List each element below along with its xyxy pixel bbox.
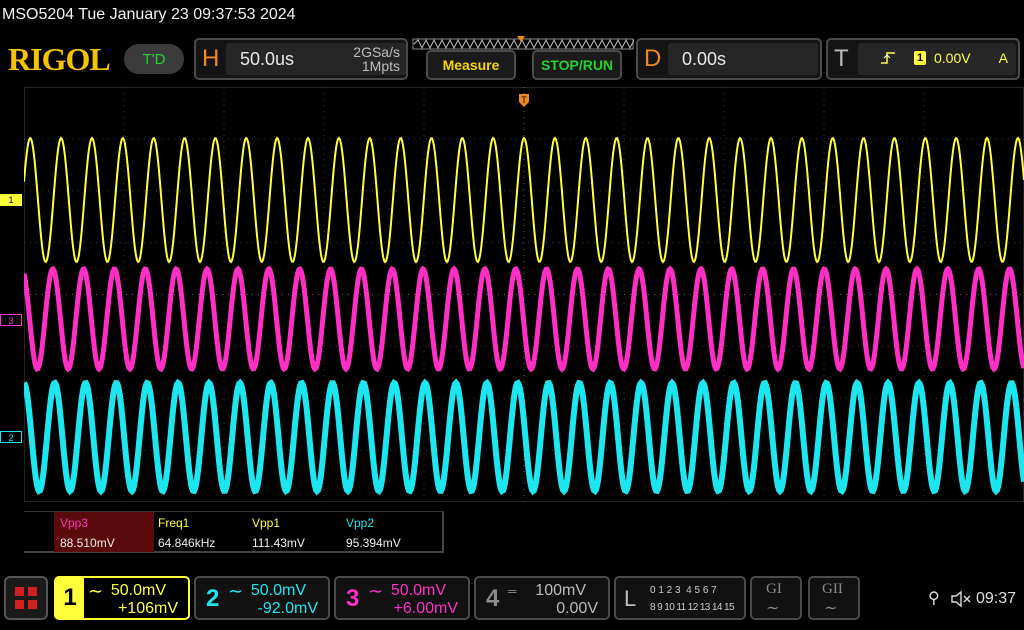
logic-channels-row2: 8 9 10 11 12 13 14 15 [650, 602, 735, 613]
channel-3-offset: +6.00mV [393, 600, 458, 617]
trigger-position-label: T [521, 95, 527, 105]
measurement-value: 95.394mV [346, 536, 401, 550]
channel-2-offset: -92.0mV [257, 600, 318, 617]
measurement-name: Freq1 [158, 516, 190, 530]
model-datetime: MSO5204 Tue January 23 09:37:53 2024 [2, 6, 296, 23]
logic-analyzer-box[interactable]: L 0 1 2 3 4 5 6 7 8 9 10 11 12 13 14 15 [614, 576, 746, 620]
generator-1-label: GI [766, 581, 782, 597]
sine-wave-icon: ∼ [766, 600, 780, 617]
trigger-display: 1 0.00V A [858, 43, 1016, 75]
delay-display: 0.00s [668, 43, 818, 75]
top-toolbar: RIGOL T'D H 50.0us 2GSa/s 1Mpts Measure … [0, 34, 1024, 86]
ch2-marker[interactable]: 2 [0, 431, 22, 443]
generator-1-button[interactable]: GI ∼ [750, 576, 802, 620]
channel-4-box[interactable]: 4 ═ 100mV 0.00V [474, 576, 610, 620]
ch3-marker[interactable]: 3 [0, 314, 22, 326]
measurement-name: Vpp2 [346, 516, 375, 530]
rising-edge-icon [881, 52, 895, 64]
trigger-panel[interactable]: T 1 0.00V A [826, 38, 1020, 80]
channel-3-box[interactable]: 3 ∼ 50.0mV +6.00mV [334, 576, 470, 620]
measurement-value: 88.510mV [60, 536, 115, 550]
delay-panel[interactable]: D 0.00s [636, 38, 822, 80]
stop-run-button[interactable]: STOP/RUN [532, 50, 622, 80]
status-bar: MSO5204 Tue January 23 09:37:53 2024 [0, 0, 1024, 34]
horizontal-display: 50.0us 2GSa/s 1Mpts [226, 43, 406, 75]
generator-2-button[interactable]: GII ∼ [808, 576, 860, 620]
channel-4-number: 4 [486, 585, 500, 612]
measurement-name: Vpp1 [252, 516, 281, 530]
horizontal-letter: H [202, 45, 220, 72]
trigger-level: 0.00V [934, 50, 971, 66]
bottom-toolbar: 1 ∼ 50.0mV +106mV 2 ∼ 50.0mV -92.0mV 3 ∼… [0, 572, 1024, 630]
channel-1-scale: 50.0mV [110, 582, 166, 599]
horizontal-panel[interactable]: H 50.0us 2GSa/s 1Mpts [194, 38, 408, 80]
generator-2-label: GII [822, 581, 843, 597]
ac-coupling-icon: ∼ [88, 581, 104, 601]
channel-2-scale: 50.0mV [250, 582, 306, 599]
ac-coupling-icon: ∼ [228, 581, 244, 601]
waveform-grid[interactable]: T [24, 87, 1024, 502]
channel-1-box[interactable]: 1 ∼ 50.0mV +106mV [54, 576, 190, 620]
dc-coupling-icon: ═ [508, 584, 517, 598]
system-clock: 09:37 [976, 590, 1017, 607]
channel-3-number: 3 [346, 585, 360, 612]
app-grid-icon [15, 587, 37, 609]
channel-1-number: 1 [56, 578, 84, 618]
ch1-marker[interactable]: 1 [0, 194, 22, 206]
channel-2-number: 2 [206, 585, 220, 612]
usb-icon[interactable]: ⚲ [928, 588, 940, 608]
ac-coupling-icon: ∼ [368, 581, 384, 601]
channel-1-offset: +106mV [117, 600, 178, 617]
channel-3-scale: 50.0mV [390, 582, 446, 599]
delay-letter: D [644, 45, 662, 72]
memory-depth: 1Mpts [361, 58, 400, 74]
rigol-logo: RIGOL [8, 41, 111, 77]
trigger-source-badge: 1 [914, 51, 926, 65]
channel-2-box[interactable]: 2 ∼ 50.0mV -92.0mV [194, 576, 330, 620]
measurement-value: 111.43mV [252, 536, 305, 550]
measurement-panel[interactable]: Vpp3 88.510mV Freq1 64.846kHz Vpp1 111.4… [24, 511, 444, 553]
acquire-mode-badge[interactable]: T'D [124, 44, 184, 74]
sine-wave-icon: ∼ [824, 600, 838, 617]
measure-button[interactable]: Measure [426, 50, 516, 80]
channel-4-offset: 0.00V [556, 600, 598, 617]
channel-4-scale: 100mV [535, 582, 586, 599]
measurement-value: 64.846kHz [158, 536, 216, 550]
home-button[interactable] [4, 576, 48, 620]
trigger-mode: A [998, 50, 1008, 66]
trigger-letter: T [834, 45, 849, 72]
timebase-value: 50.0us [240, 49, 295, 69]
measurement-name: Vpp3 [60, 516, 89, 530]
logic-channels-row1: 0 1 2 3 4 5 6 7 [650, 585, 717, 596]
speaker-muted-icon[interactable] [950, 590, 972, 608]
delay-value: 0.00s [682, 49, 727, 69]
logic-letter: L [624, 586, 637, 611]
sample-rate: 2GSa/s [353, 44, 400, 60]
